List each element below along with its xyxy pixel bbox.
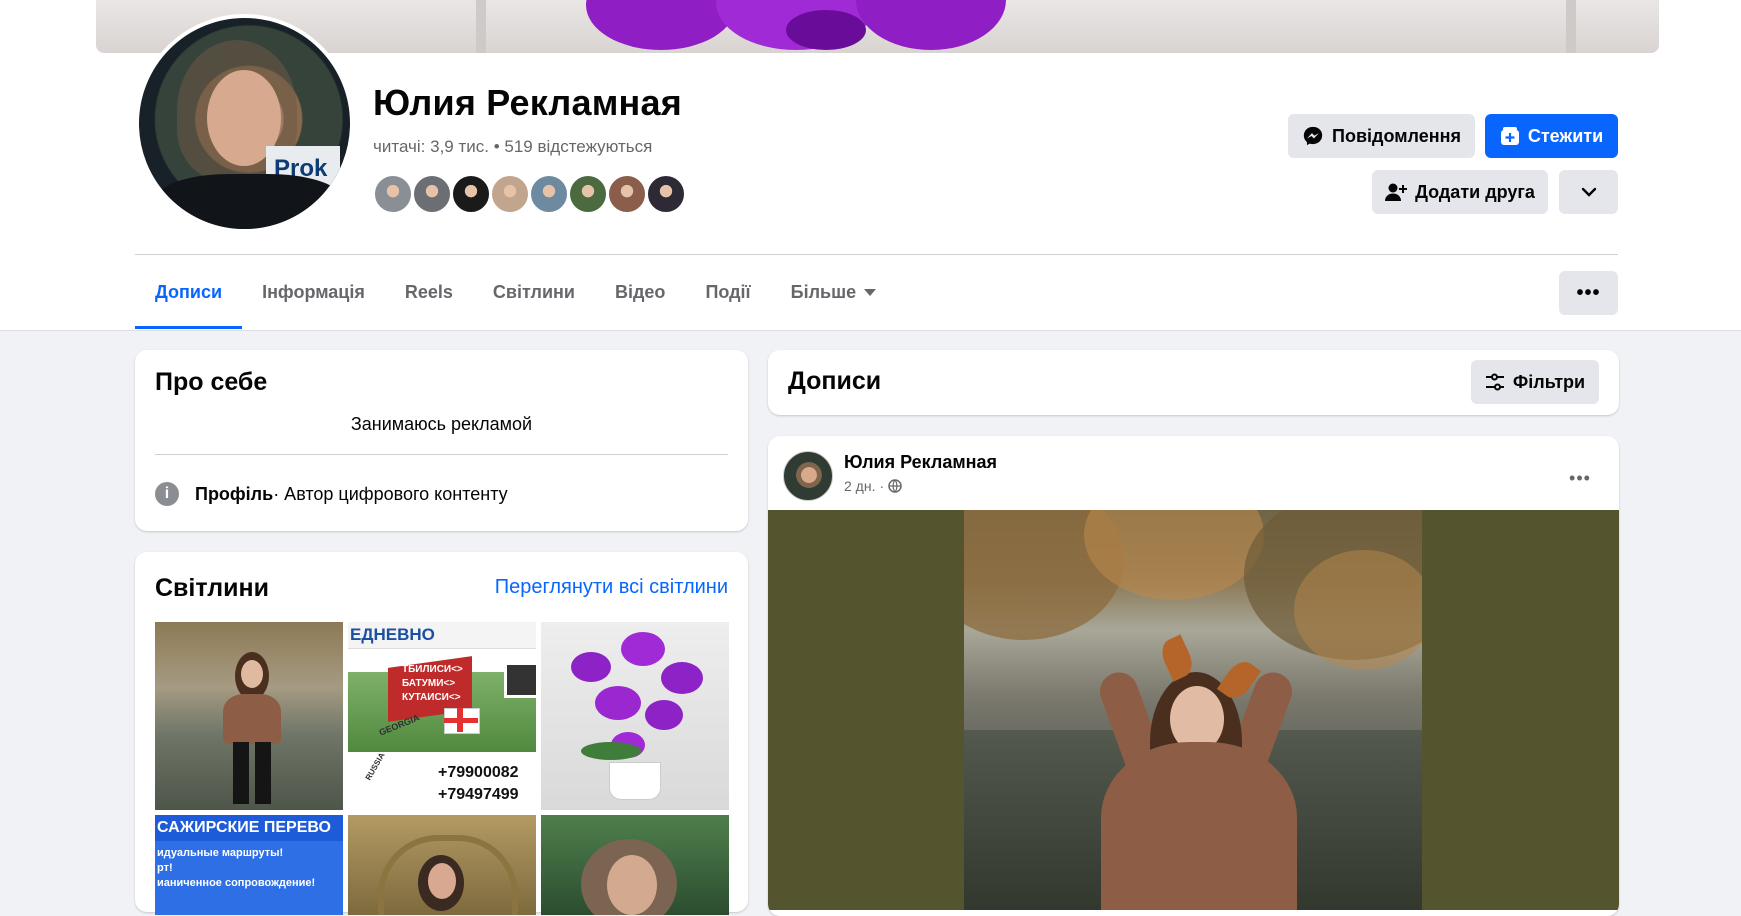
follower-avatar[interactable] (607, 174, 647, 214)
ellipsis-icon: ••• (1569, 467, 1591, 488)
follower-avatar[interactable] (412, 174, 452, 214)
posts-header-card: Дописи Фільтри (768, 350, 1619, 415)
more-actions-button[interactable] (1559, 170, 1618, 214)
globe-icon (888, 479, 902, 493)
photo-ad-sign: RUSSIA (363, 751, 387, 782)
profile-category-label: Профіль (195, 483, 274, 504)
profile-category-row: i Профіль · Автор цифрового контенту (155, 482, 508, 506)
followers-prefix: читачі: (373, 137, 431, 156)
profile-category-value: · Автор цифрового контенту (273, 483, 508, 504)
cover-frame-left (476, 0, 486, 53)
tab-4[interactable]: Відео (595, 255, 685, 329)
follower-avatars (373, 174, 686, 214)
photo-thumbnail[interactable]: ЕДНЕВНО ТБИЛИСИ<> БАТУМИ<> КУТАИСИ<> GEO… (348, 622, 536, 810)
follower-avatar[interactable] (646, 174, 686, 214)
profile-name: Юлия Рекламная (373, 82, 682, 123)
following-count-link[interactable]: 519 відстежуються (504, 137, 652, 156)
photo-ad-line: рт! (157, 862, 173, 874)
profile-tabs: Дописи Інформація Reels Світлини Відео Події Б… (135, 255, 896, 329)
photo-thumbnail[interactable] (541, 622, 729, 810)
photo-ad-city: БАТУМИ<> (402, 678, 456, 689)
orchid-petal (586, 0, 736, 50)
photos-title: Світлини (155, 574, 270, 602)
photo-thumbnail[interactable]: САЖИРСКИЕ ПЕРЕВО идуальные маршруты! рт!… (155, 815, 343, 915)
stats-separator: • (488, 137, 505, 156)
about-card: Про себе Занимаюсь рекламой i Профіль · … (135, 350, 748, 531)
follow-button[interactable]: Стежити (1485, 114, 1618, 158)
profile-header: Prok Юлия Рекламная читачі: 3,9 тис. • 5… (0, 0, 1741, 331)
add-friend-button[interactable]: Додати друга (1372, 170, 1548, 214)
tab-label: Reels (404, 281, 453, 302)
meta-separator: · (879, 478, 885, 494)
photo-thumbnail[interactable] (155, 622, 343, 810)
photo-ad-line: идуальные маршруты! (157, 847, 284, 859)
orchid-petal (856, 0, 1006, 50)
chevron-down-icon (1581, 187, 1596, 197)
see-all-photos-link[interactable]: Переглянути всі світлини (495, 576, 728, 599)
photo-ad-line: ианиченное сопровождение! (157, 877, 316, 889)
filters-button[interactable]: Фільтри (1471, 360, 1599, 404)
tab-label: Світлини (492, 281, 575, 302)
follow-button-label: Стежити (1527, 125, 1604, 146)
cover-frame-right (1566, 0, 1576, 53)
tab-label: Події (705, 281, 751, 302)
orchid-petal (786, 10, 866, 50)
follower-avatar[interactable] (529, 174, 569, 214)
tab-label: Дописи (155, 281, 223, 302)
follower-avatar[interactable] (373, 174, 413, 214)
photo-thumbnail[interactable] (541, 815, 729, 915)
about-divider (155, 454, 728, 455)
tabs-more-button[interactable]: ••• (1559, 271, 1618, 315)
add-friend-button-label: Додати друга (1415, 181, 1535, 202)
post-author-name[interactable]: Юлия Рекламная (844, 452, 997, 473)
tab-6[interactable]: Більше (771, 255, 896, 329)
post-photo (964, 510, 1422, 910)
follower-avatar[interactable] (490, 174, 530, 214)
followers-count-link[interactable]: 3,9 тис. (430, 137, 489, 156)
ellipsis-icon: ••• (1576, 281, 1601, 304)
follower-avatar[interactable] (451, 174, 491, 214)
message-button-label: Повідомлення (1332, 125, 1461, 146)
photo-thumbnail[interactable] (348, 815, 536, 915)
bio-text: Занимаюсь рекламой (350, 414, 533, 434)
tab-1[interactable]: Інформація (242, 255, 385, 329)
posts-title: Дописи (788, 367, 882, 395)
photo-ad-heading: САЖИРСКИЕ ПЕРЕВО (157, 819, 331, 836)
post-image[interactable] (768, 510, 1619, 910)
follow-icon (1500, 127, 1519, 145)
caret-down-icon (864, 288, 877, 296)
post-card: Юлия Рекламная 2 дн. · ••• (768, 436, 1619, 916)
tab-5[interactable]: Події (685, 255, 770, 329)
tab-0[interactable]: Дописи (135, 255, 243, 329)
message-button[interactable]: Повідомлення (1288, 114, 1475, 158)
photo-ad-city: ТБИЛИСИ<> (402, 664, 463, 675)
cover-photo[interactable] (96, 0, 1659, 53)
filters-icon (1485, 373, 1504, 391)
photos-card: Світлини Переглянути всі світлини ЕДНЕВН… (135, 552, 748, 915)
filters-button-label: Фільтри (1512, 371, 1586, 392)
photo-ad-phone: +79900082 (438, 764, 519, 781)
tab-label: Відео (615, 281, 666, 302)
add-friend-icon (1385, 183, 1408, 201)
profile-stats: читачі: 3,9 тис. • 519 відстежуються (373, 137, 652, 157)
post-timestamp[interactable]: 2 дн. (844, 478, 875, 494)
about-title: Про себе (155, 368, 268, 396)
post-author-avatar[interactable] (783, 451, 833, 501)
tab-3[interactable]: Світлини (473, 255, 595, 329)
profile-avatar[interactable]: Prok (135, 14, 354, 233)
tab-label: Більше (790, 281, 857, 302)
photo-ad-city: КУТАИСИ<> (402, 692, 461, 703)
photo-ad-heading: ЕДНЕВНО (350, 625, 435, 644)
tab-label: Інформація (262, 281, 365, 302)
messenger-icon (1303, 126, 1323, 146)
tab-2[interactable]: Reels (385, 255, 473, 329)
follower-avatar[interactable] (568, 174, 608, 214)
post-meta: 2 дн. · (844, 478, 902, 494)
photo-ad-phone: +79497499 (438, 786, 519, 803)
info-icon: i (155, 482, 179, 506)
post-options-button[interactable]: ••• (1560, 458, 1600, 498)
